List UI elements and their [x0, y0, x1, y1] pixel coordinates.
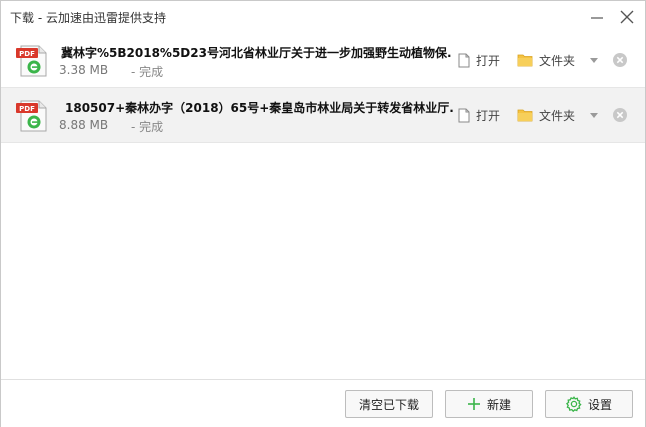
settings-button[interactable]: 设置 [545, 390, 633, 418]
plus-icon [467, 398, 480, 410]
close-button[interactable] [617, 7, 637, 27]
document-icon [458, 108, 470, 122]
document-icon [458, 53, 470, 67]
remove-item-button[interactable] [611, 106, 629, 124]
new-label: 新建 [486, 397, 511, 412]
folder-menu-dropdown[interactable] [589, 106, 599, 124]
open-folder-button[interactable]: 文件夹 [517, 106, 575, 124]
folder-label: 文件夹 [539, 108, 576, 123]
title-bar: 下载 - 云加速由迅雷提供支持 [1, 1, 645, 33]
open-label: 打开 [476, 108, 501, 123]
new-download-button[interactable]: 新建 [445, 390, 533, 418]
folder-label: 文件夹 [539, 53, 576, 68]
chevron-down-icon [590, 57, 598, 63]
remove-circle-icon [613, 108, 627, 122]
minimize-icon [591, 17, 603, 19]
minimize-button[interactable] [587, 7, 607, 27]
folder-menu-dropdown[interactable] [589, 51, 599, 69]
clear-label: 清空已下载 [358, 397, 419, 412]
open-folder-button[interactable]: 文件夹 [517, 51, 575, 69]
remove-item-button[interactable] [611, 51, 629, 69]
svg-text:PDF: PDF [19, 105, 35, 113]
settings-label: 设置 [587, 397, 612, 412]
pdf-file-icon: PDF [16, 100, 47, 132]
clear-downloaded-button[interactable]: 清空已下载 [345, 390, 433, 418]
pdf-file-icon: PDF [16, 45, 47, 77]
open-label: 打开 [476, 53, 501, 68]
window-title: 下载 - 云加速由迅雷提供支持 [10, 11, 166, 25]
download-item[interactable]: PDF 冀林字%5B2018%5D23号河北省林业厅关于进一步加强野生动植物保.… [1, 33, 645, 88]
footer-bar: 清空已下载 新建 设置 [1, 379, 645, 427]
chevron-down-icon [590, 112, 598, 118]
open-file-button[interactable]: 打开 [458, 106, 500, 124]
file-name[interactable]: 冀林字%5B2018%5D23号河北省林业厅关于进一步加强野生动植物保... [61, 44, 451, 61]
file-size: 8.88 MB [59, 118, 109, 132]
file-name[interactable]: 180507+秦林办字（2018）65号+秦皇岛市林业局关于转发省林业厅... [65, 99, 455, 116]
download-list: PDF 冀林字%5B2018%5D23号河北省林业厅关于进一步加强野生动植物保.… [1, 33, 645, 143]
download-status: - 完成 [131, 65, 164, 79]
download-item[interactable]: PDF 180507+秦林办字（2018）65号+秦皇岛市林业局关于转发省林业厅… [1, 88, 645, 143]
remove-circle-icon [613, 53, 627, 67]
file-size: 3.38 MB [59, 63, 109, 77]
gear-icon [565, 396, 582, 412]
download-status: - 完成 [131, 120, 164, 134]
folder-icon [517, 54, 533, 67]
svg-text:PDF: PDF [19, 50, 35, 58]
open-file-button[interactable]: 打开 [458, 51, 500, 69]
download-window: 下载 - 云加速由迅雷提供支持 PDF 冀林字%5B2018%5D23号河北省林… [0, 0, 646, 427]
close-icon [620, 10, 634, 24]
folder-icon [517, 109, 533, 122]
